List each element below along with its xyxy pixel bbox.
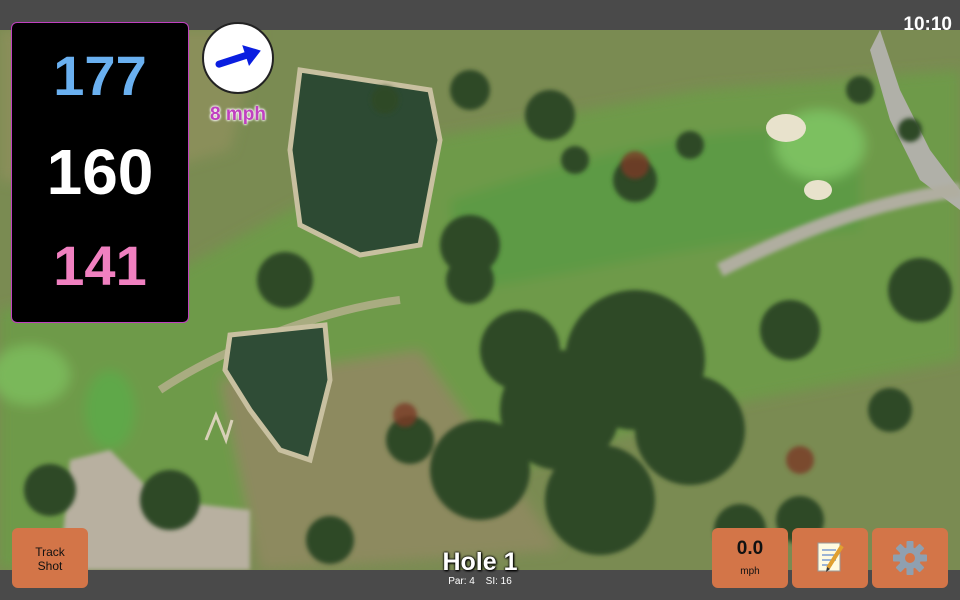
wind-indicator	[202, 22, 274, 94]
back-yardage: 177	[53, 44, 147, 107]
wind-speed: 8 mph	[210, 104, 266, 125]
track-shot-label-line2: Shot	[37, 559, 63, 573]
speed-unit: mph	[740, 566, 760, 577]
yardage-panel: 177 160 141	[11, 22, 189, 323]
settings-button[interactable]	[872, 528, 948, 588]
wind-direction-arrow-icon	[215, 45, 261, 68]
track-shot-label-line1: Track	[35, 545, 65, 559]
hole-details: Par: 4 SI: 16	[380, 576, 580, 587]
hole-par: Par: 4	[448, 576, 475, 587]
front-yardage: 141	[53, 234, 147, 297]
hole-stroke-index: SI: 16	[485, 576, 512, 587]
notes-button[interactable]	[792, 528, 868, 588]
hole-title: Hole 1	[442, 548, 518, 576]
gear-icon	[893, 541, 927, 575]
notepad-icon	[817, 542, 844, 572]
center-yardage: 160	[46, 136, 154, 208]
speed-button[interactable]: 0.0 mph	[712, 528, 788, 588]
speed-value: 0.0	[736, 538, 764, 559]
track-shot-button[interactable]: Track Shot	[12, 528, 88, 588]
